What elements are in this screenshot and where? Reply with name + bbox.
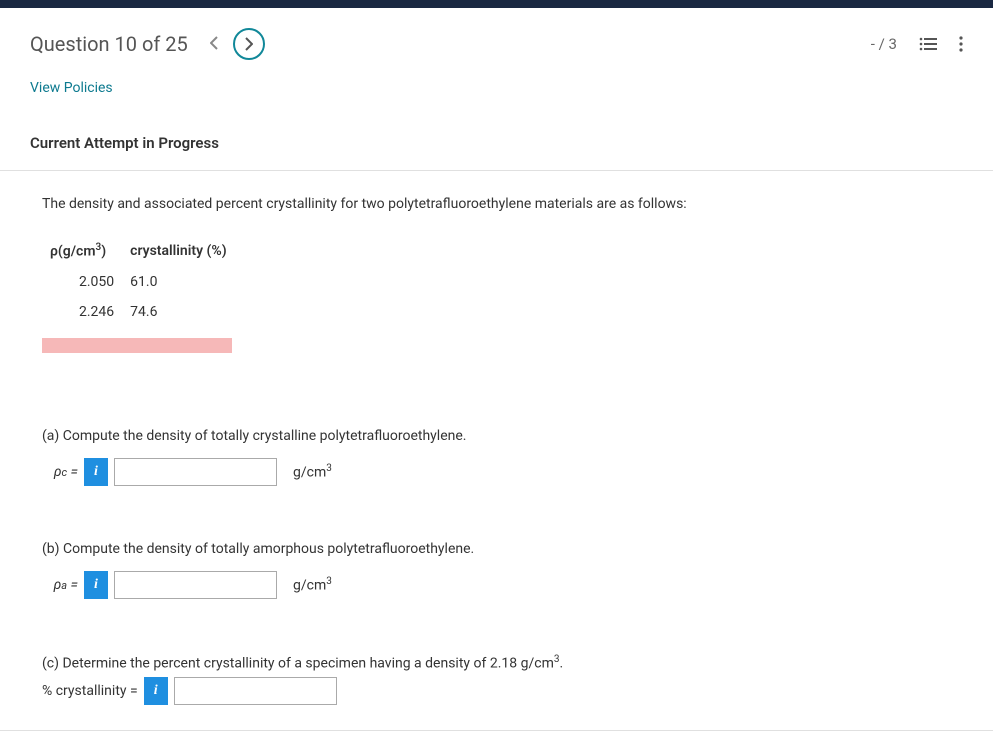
part-c-text: (c) Determine the percent crystallinity … (42, 654, 951, 672)
outline-menu-button[interactable] (919, 37, 937, 51)
part-a: (a) Compute the density of totally cryst… (42, 428, 951, 486)
table-header-crystallinity: crystallinity (%) (130, 236, 248, 266)
info-button[interactable]: i (84, 571, 108, 599)
question-content: The density and associated percent cryst… (0, 170, 993, 731)
rho-a-input[interactable] (114, 571, 277, 599)
info-button[interactable]: i (84, 458, 108, 486)
part-b-text: (b) Compute the density of totally amorp… (42, 541, 951, 557)
kebab-icon (959, 36, 963, 52)
highlight-bar (42, 338, 232, 353)
part-b-answer: ρa = i g/cm3 (42, 571, 951, 599)
cell-density: 2.246 (50, 298, 128, 326)
section-title: Current Attempt in Progress (0, 116, 993, 170)
question-title: Question 10 of 25 (30, 32, 188, 56)
header-left: Question 10 of 25 (30, 28, 265, 60)
unit-label: g/cm3 (293, 463, 332, 481)
chevron-left-icon (210, 36, 219, 50)
question-header: Question 10 of 25 - / 3 (0, 8, 993, 80)
nav-controls (206, 28, 265, 60)
table-header-density: ρ(g/cm3) (50, 236, 128, 266)
chevron-right-icon (244, 37, 253, 51)
part-c-answer: % crystallinity = i (42, 677, 951, 705)
part-a-text: (a) Compute the density of totally cryst… (42, 428, 951, 444)
view-policies-link[interactable]: View Policies (0, 80, 993, 116)
table-row: 2.050 61.0 (50, 268, 249, 296)
prev-question-button[interactable] (206, 35, 223, 54)
percent-crystallinity-label: % crystallinity = (42, 683, 138, 699)
rho-c-input[interactable] (114, 458, 277, 486)
cell-density: 2.050 (50, 268, 128, 296)
part-b: (b) Compute the density of totally amorp… (42, 541, 951, 599)
cell-crystallinity: 61.0 (130, 268, 248, 296)
list-icon (919, 37, 937, 51)
data-table: ρ(g/cm3) crystallinity (%) 2.050 61.0 2.… (48, 234, 251, 328)
rho-c-label: ρc = (42, 464, 78, 480)
next-question-button[interactable] (233, 28, 265, 60)
part-c: (c) Determine the percent crystallinity … (42, 654, 951, 706)
table-header-row: ρ(g/cm3) crystallinity (%) (50, 236, 249, 266)
part-a-answer: ρc = i g/cm3 (42, 458, 951, 486)
score-display: - / 3 (871, 35, 897, 53)
info-button[interactable]: i (144, 677, 168, 705)
percent-crystallinity-input[interactable] (174, 677, 337, 705)
cell-crystallinity: 74.6 (130, 298, 248, 326)
table-row: 2.246 74.6 (50, 298, 249, 326)
intro-text: The density and associated percent cryst… (42, 196, 951, 212)
top-bar (0, 0, 993, 8)
rho-a-label: ρa = (42, 577, 78, 593)
more-options-button[interactable] (959, 36, 963, 52)
header-right: - / 3 (871, 35, 963, 53)
unit-label: g/cm3 (293, 576, 332, 594)
